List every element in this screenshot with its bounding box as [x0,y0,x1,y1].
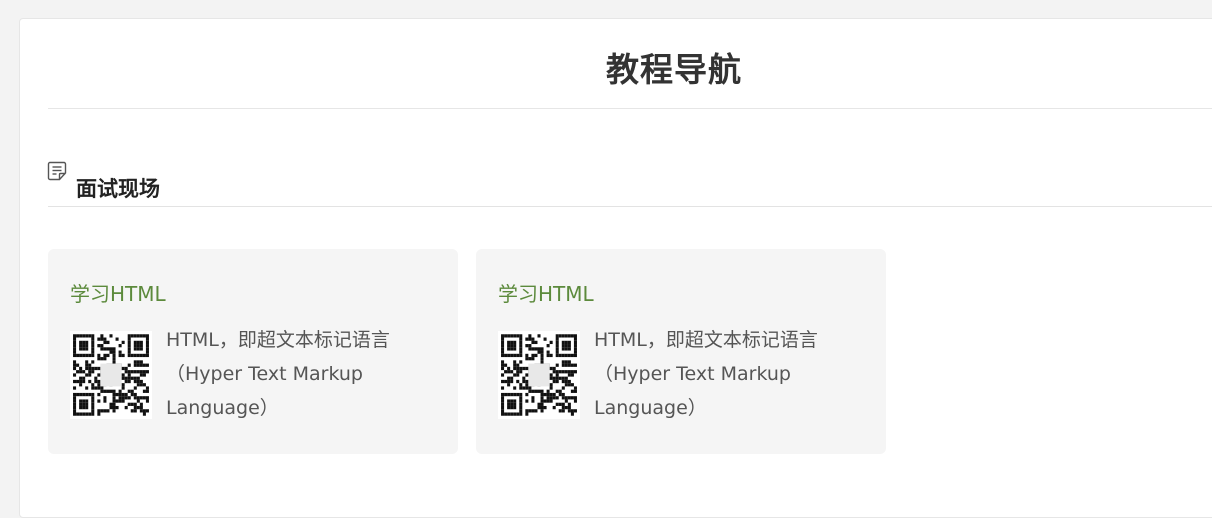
section-title: 面试现场 [76,177,160,201]
title-divider [48,108,1212,109]
document-edit-icon [47,160,69,184]
card-title[interactable]: 学习HTML [498,281,594,307]
tutorial-card[interactable]: 学习HTML HTML，即超文本标记语言（Hyper Text Markup L… [476,249,886,454]
card-description: HTML，即超文本标记语言（Hyper Text Markup Language… [594,329,818,419]
card-description: HTML，即超文本标记语言（Hyper Text Markup Language… [166,329,390,419]
qr-code-image [498,331,580,419]
page-title: 教程导航 [606,50,742,89]
section-header: 面试现场 [47,160,747,204]
qr-code-image [70,331,152,419]
card-title[interactable]: 学习HTML [70,281,166,307]
tutorial-card[interactable]: 学习HTML HTML，即超文本标记语言（Hyper Text Markup L… [48,249,458,454]
section-divider [48,206,1212,207]
